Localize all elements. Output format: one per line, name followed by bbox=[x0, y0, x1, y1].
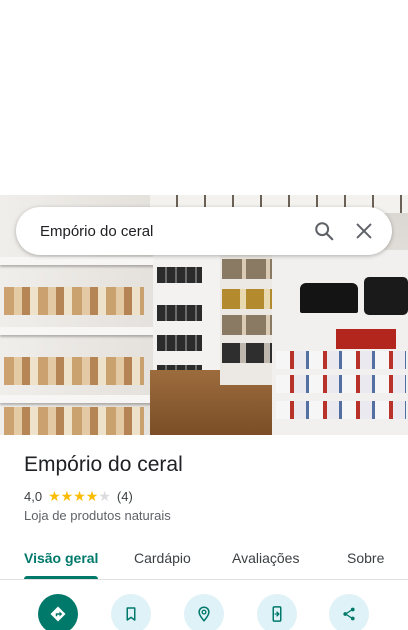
active-tab-indicator bbox=[24, 576, 98, 579]
photo-jars bbox=[157, 305, 202, 321]
review-count[interactable]: (4) bbox=[117, 489, 133, 504]
send-to-phone-icon bbox=[272, 606, 282, 622]
share-button[interactable] bbox=[329, 594, 369, 630]
photo-jars bbox=[157, 335, 202, 351]
search-bar[interactable]: Empório do ceral bbox=[16, 207, 392, 255]
tab-bar: Visão geral Cardápio Avaliações Sobre bbox=[0, 536, 408, 580]
tab-menu[interactable]: Cardápio bbox=[134, 536, 191, 580]
star-icon: ★ bbox=[48, 488, 61, 504]
map-area[interactable] bbox=[0, 0, 408, 195]
photo-products bbox=[276, 401, 406, 419]
star-icon: ★ bbox=[60, 488, 74, 504]
share-icon bbox=[343, 607, 355, 621]
photo-goods bbox=[4, 407, 144, 435]
search-icon-glyph bbox=[315, 222, 334, 241]
save-button[interactable] bbox=[111, 594, 151, 630]
photo-goods bbox=[4, 287, 144, 315]
directions-button[interactable] bbox=[38, 594, 78, 630]
place-title: Empório do ceral bbox=[24, 453, 183, 476]
photo-shelf bbox=[0, 257, 155, 265]
star-icon: ★ bbox=[85, 488, 99, 504]
place-category[interactable]: Loja de produtos naturais bbox=[24, 508, 171, 523]
star-empty-icon: ★ bbox=[98, 488, 111, 504]
photo-shelf bbox=[0, 327, 155, 335]
action-bar bbox=[0, 592, 408, 630]
search-input[interactable]: Empório do ceral bbox=[16, 223, 304, 240]
tab-about[interactable]: Sobre bbox=[347, 536, 384, 580]
bookmark-icon bbox=[126, 607, 136, 621]
photo-jars bbox=[157, 267, 202, 283]
send-to-phone-button[interactable] bbox=[257, 594, 297, 630]
photo-red-box bbox=[336, 329, 396, 349]
rating-row[interactable]: 4,0 ★ ★ ★ ★ ★ (4) bbox=[24, 487, 133, 505]
search-icon[interactable] bbox=[304, 211, 344, 251]
close-icon-glyph bbox=[356, 223, 372, 239]
rating-stars: ★ ★ ★ ★ ★ bbox=[48, 489, 111, 503]
tab-overview[interactable]: Visão geral bbox=[24, 536, 98, 580]
close-icon[interactable] bbox=[344, 211, 384, 251]
photo-products bbox=[276, 351, 406, 369]
photo-shelf bbox=[0, 395, 155, 403]
star-icon: ★ bbox=[73, 488, 86, 504]
nearby-button[interactable] bbox=[184, 594, 224, 630]
photo-goods bbox=[4, 357, 144, 385]
photo-bag bbox=[300, 283, 358, 313]
photo-products bbox=[276, 375, 406, 393]
directions-icon bbox=[50, 606, 66, 622]
photo-bag bbox=[364, 277, 408, 315]
nearby-icon bbox=[198, 606, 210, 622]
rating-value: 4,0 bbox=[24, 488, 43, 504]
tab-reviews[interactable]: Avaliações bbox=[232, 536, 299, 580]
